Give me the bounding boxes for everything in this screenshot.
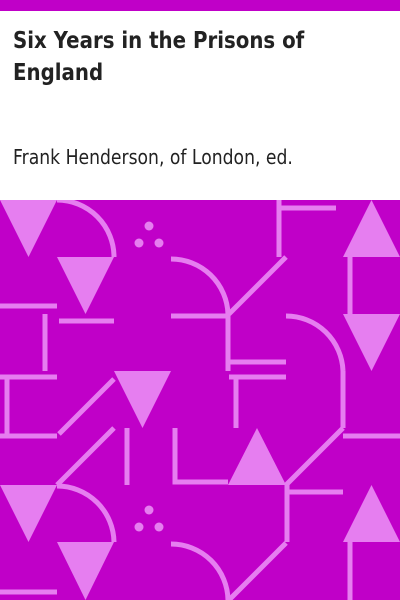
book-cover: Six Years in the Prisons of England Fran… <box>0 0 400 600</box>
book-author: Frank Henderson, of London, ed. <box>13 145 293 169</box>
cover-pattern <box>0 200 400 600</box>
top-color-band <box>0 0 400 11</box>
book-title: Six Years in the Prisons of England <box>13 28 305 86</box>
geometric-pattern-art <box>0 200 400 600</box>
